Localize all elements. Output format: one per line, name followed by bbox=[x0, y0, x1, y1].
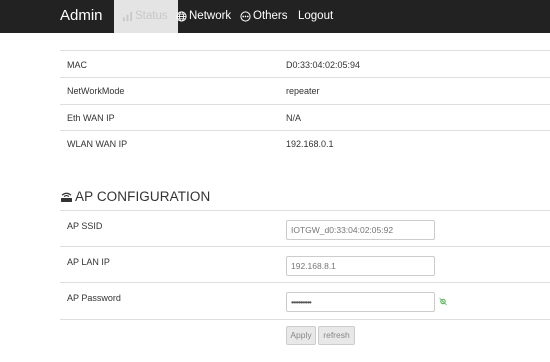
status-row-network-mode: NetWorkMode repeater bbox=[60, 77, 550, 104]
status-value-mac: D0:33:04:02:05:94 bbox=[286, 60, 361, 70]
nav-others-label: Others bbox=[253, 10, 288, 22]
refresh-button[interactable]: refresh bbox=[318, 326, 355, 345]
status-row-wlan-wan-ip: WLAN WAN IP 192.168.0.1 bbox=[60, 130, 550, 158]
ap-config-title: AP CONFIGURATION bbox=[75, 189, 211, 204]
status-value-network-mode: repeater bbox=[286, 86, 320, 96]
status-icon bbox=[122, 11, 133, 22]
brand-title[interactable]: Admin bbox=[60, 7, 103, 24]
nav-network-label: Network bbox=[189, 10, 232, 22]
nav-others[interactable]: Others bbox=[240, 0, 288, 33]
status-label-eth-wan-ip: Eth WAN IP bbox=[67, 113, 115, 123]
top-navbar: Admin Status Network Others Logout bbox=[0, 0, 550, 33]
nav-status-label: Status bbox=[135, 10, 168, 22]
status-label-mac: MAC bbox=[67, 60, 87, 70]
status-label-network-mode: NetWorkMode bbox=[67, 86, 125, 96]
nav-logout-label: Logout bbox=[298, 10, 334, 22]
nav-status[interactable]: Status bbox=[114, 0, 178, 33]
router-icon bbox=[61, 192, 72, 202]
ap-config-heading: AP CONFIGURATION bbox=[60, 189, 210, 204]
nav-network[interactable]: Network bbox=[176, 0, 231, 33]
globe-icon bbox=[176, 11, 187, 22]
status-row-mac: MAC D0:33:04:02:05:94 bbox=[60, 50, 550, 77]
status-table: MAC D0:33:04:02:05:94 NetWorkMode repeat… bbox=[60, 50, 550, 158]
ap-lan-ip-input[interactable] bbox=[286, 256, 435, 276]
ap-password-input[interactable] bbox=[286, 292, 435, 312]
status-value-eth-wan-ip: N/A bbox=[286, 113, 302, 123]
nav-logout[interactable]: Logout bbox=[298, 0, 333, 33]
ap-ssid-label: AP SSID bbox=[67, 221, 103, 231]
more-icon bbox=[240, 11, 251, 22]
apply-button[interactable]: Apply bbox=[286, 326, 316, 345]
ap-lan-ip-label: AP LAN IP bbox=[67, 257, 110, 267]
ap-password-label: AP Password bbox=[67, 293, 121, 303]
status-label-wlan-wan-ip: WLAN WAN IP bbox=[67, 139, 128, 149]
status-value-wlan-wan-ip: 192.168.0.1 bbox=[286, 139, 334, 149]
status-row-eth-wan-ip: Eth WAN IP N/A bbox=[60, 104, 550, 130]
ap-ssid-input[interactable] bbox=[286, 220, 435, 240]
eye-icon[interactable] bbox=[439, 297, 447, 306]
